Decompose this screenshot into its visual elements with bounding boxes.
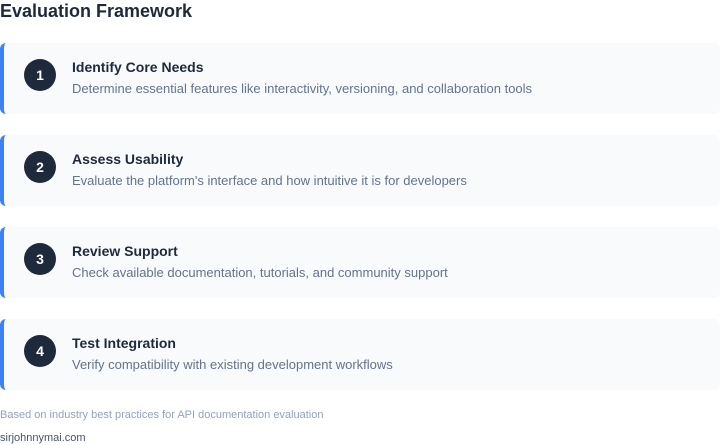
step-description: Verify compatibility with existing devel… — [72, 357, 393, 372]
step-card-2: 2 Assess Usability Evaluate the platform… — [0, 135, 720, 206]
step-card-4: 4 Test Integration Verify compatibility … — [0, 319, 720, 390]
step-description: Determine essential features like intera… — [72, 81, 533, 96]
step-title: Test Integration — [72, 335, 176, 351]
step-number-badge: 1 — [24, 59, 56, 91]
step-number-badge: 4 — [24, 335, 56, 367]
step-title: Identify Core Needs — [72, 59, 204, 75]
step-list: 1 Identify Core Needs Determine essentia… — [0, 43, 720, 411]
step-number-badge: 2 — [24, 151, 56, 183]
footnote: Based on industry best practices for API… — [0, 409, 324, 421]
step-number-badge: 3 — [24, 243, 56, 275]
step-description: Evaluate the platform's interface and ho… — [72, 173, 467, 188]
step-card-3: 3 Review Support Check available documen… — [0, 227, 720, 298]
step-card-1: 1 Identify Core Needs Determine essentia… — [0, 43, 720, 114]
step-title: Review Support — [72, 243, 178, 259]
step-title: Assess Usability — [72, 151, 184, 167]
page-title: Evaluation Framework — [0, 1, 193, 21]
step-description: Check available documentation, tutorials… — [72, 265, 448, 280]
site-credit: sirjohnnymai.com — [0, 432, 86, 444]
